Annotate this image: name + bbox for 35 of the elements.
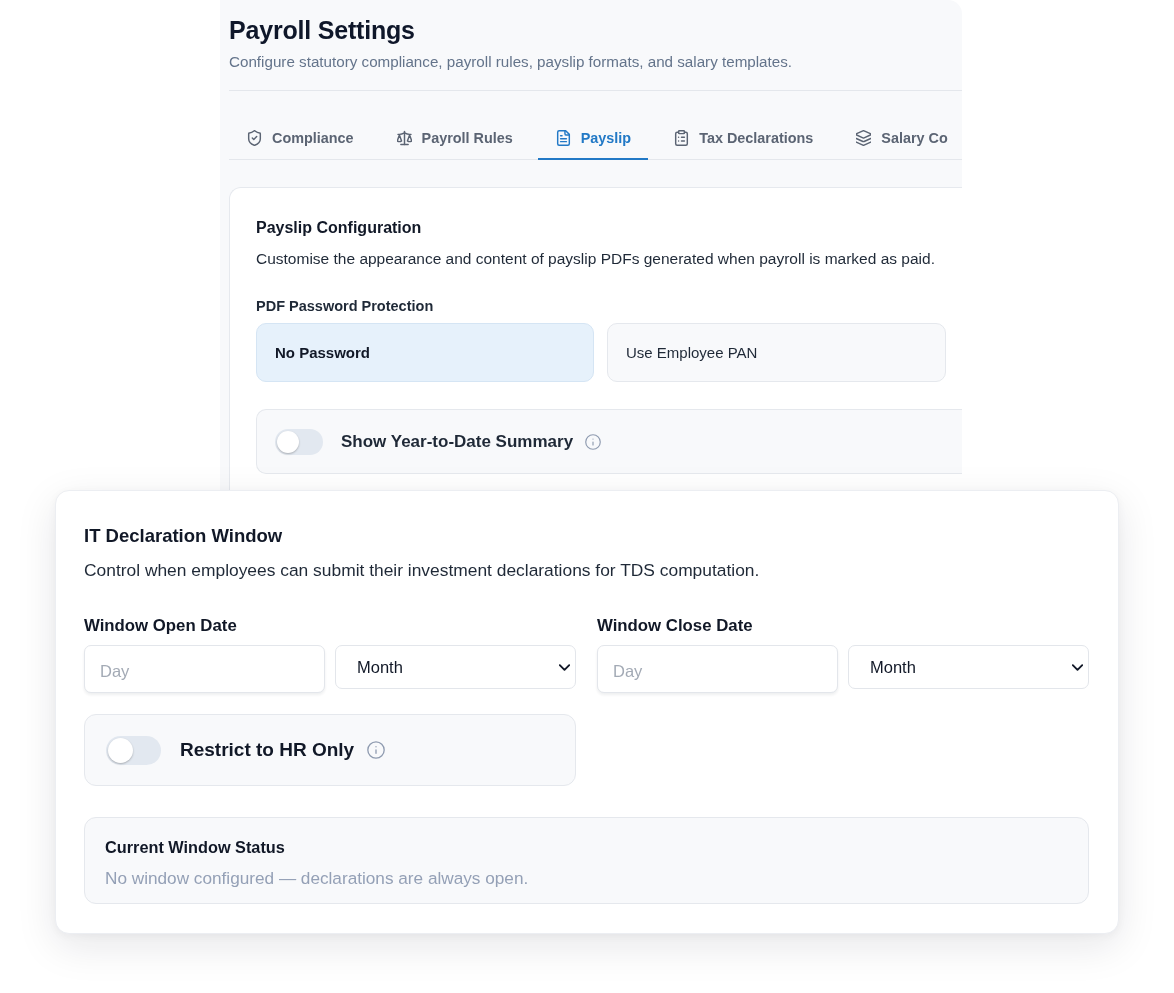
radio-option[interactable]: No Password (256, 323, 594, 382)
info-icon[interactable] (585, 433, 602, 450)
section-description: Control when employees can submit their investment declarations for TDS computation. (84, 559, 761, 581)
balance-scale-icon (396, 130, 412, 146)
shield-check-icon (247, 130, 262, 146)
tab[interactable]: Compliance (229, 118, 371, 160)
toggle-switch[interactable] (275, 428, 323, 455)
tab[interactable]: Payslip (537, 118, 649, 160)
chevron-down-icon (559, 663, 570, 671)
month-select[interactable]: Month (335, 645, 576, 689)
month-select[interactable]: Month (848, 645, 1089, 689)
tab[interactable]: Payroll Rules (378, 118, 530, 160)
day-input[interactable]: Day (597, 645, 838, 693)
status-message: No window configured — declarations are always open. (105, 867, 530, 889)
section-description: Customise the appearance and content of payslip PDFs generated when payroll is marked as paid. (256, 249, 936, 269)
day-input[interactable]: Day (84, 645, 325, 693)
toggle-switch[interactable] (106, 735, 161, 765)
info-icon[interactable] (367, 741, 386, 759)
layers-icon (856, 130, 872, 146)
section-title: IT Declaration Window (84, 524, 284, 548)
toggle-label: Show Year-to-Date Summary (341, 431, 574, 452)
field-label: Window Close Date (597, 616, 754, 636)
tab[interactable]: Tax Declarations (656, 118, 831, 160)
clipboard-list-icon (674, 130, 690, 146)
field-label: PDF Password Protection (256, 297, 435, 315)
chevron-down-icon (1072, 663, 1083, 671)
section-title: Payslip Configuration (256, 218, 423, 238)
document-icon (555, 130, 571, 146)
page-title: Payroll Settings (229, 15, 415, 46)
status-title: Current Window Status (105, 837, 286, 857)
tab[interactable]: Salary Co (838, 118, 948, 160)
page-subtitle: Configure statutory compliance, payroll rules, payslip formats, and salary templates. (229, 52, 793, 72)
radio-option[interactable]: Use Employee PAN (607, 323, 946, 382)
field-label: Window Open Date (84, 616, 238, 636)
toggle-label: Restrict to HR Only (180, 739, 355, 761)
